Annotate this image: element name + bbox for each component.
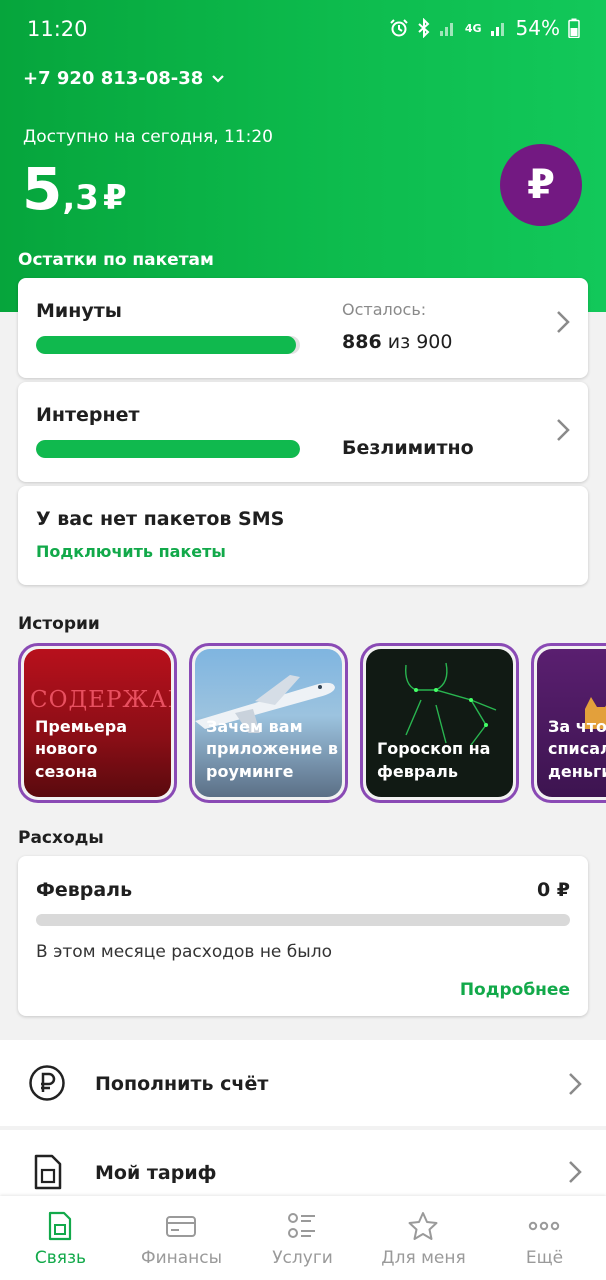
phone-number: +7 920 813-08-38 [23, 68, 204, 89]
story-image: Зачем вам приложение в роуминге [195, 649, 342, 797]
more-icon [528, 1221, 560, 1231]
status-icons: 4G 54% [389, 16, 580, 40]
alarm-icon [389, 18, 409, 38]
card-icon [166, 1216, 196, 1237]
minutes-remaining-count: 886 [342, 331, 382, 353]
connect-packages-link[interactable]: Подключить пакеты [36, 542, 226, 561]
balance-currency: ₽ [102, 178, 127, 218]
network-type-icon: 4G [464, 21, 482, 35]
signal-icon [439, 19, 457, 37]
sms-card: У вас нет пакетов SMS Подключить пакеты [18, 486, 588, 585]
story-caption-line: За что [548, 716, 606, 736]
top-up-ruble-button[interactable]: ₽ [500, 144, 582, 226]
minutes-total: из 900 [387, 331, 453, 353]
story-caption-line: февраль [377, 761, 458, 781]
expenses-card: Февраль 0 ₽ В этом месяце расходов не бы… [18, 856, 588, 1016]
star-icon [408, 1212, 438, 1240]
status-bar: 11:20 4G 54% [0, 0, 606, 58]
story-caption: За что списал деньги [548, 716, 606, 783]
tab-services[interactable]: Услуги [242, 1196, 363, 1280]
internet-status: Безлимитно [342, 437, 474, 459]
story-caption-line: приложение в [206, 739, 339, 759]
list-icon [288, 1213, 315, 1238]
tab-for-me[interactable]: Для меня [363, 1196, 484, 1280]
expenses-amount: 0 ₽ [536, 879, 570, 901]
packages-section-title: Остатки по пакетам [18, 250, 214, 270]
story-logo: СОДЕРЖАНКИ [30, 687, 171, 713]
story-caption: Премьера нового сезона [35, 716, 127, 783]
sim-card-icon [34, 1154, 62, 1190]
tab-label: Ещё [525, 1248, 564, 1268]
minutes-card[interactable]: Минуты Осталось: 886 из 900 [18, 278, 588, 378]
chevron-right-icon [568, 1158, 582, 1191]
top-up-label: Пополнить счёт [95, 1073, 269, 1095]
chevron-down-icon [211, 68, 225, 89]
story-item[interactable]: Гороскоп на февраль [360, 643, 519, 803]
ruble-circle-icon [29, 1065, 65, 1101]
internet-card[interactable]: Интернет Безлимитно [18, 382, 588, 482]
internet-progress-bar [36, 440, 300, 458]
stories-carousel[interactable]: СОДЕРЖАНКИ Премьера нового сезона Зачем … [18, 643, 606, 803]
tab-label: Связь [34, 1248, 87, 1268]
internet-title: Интернет [36, 404, 140, 426]
minutes-progress-fill [36, 336, 296, 354]
battery-icon [568, 18, 580, 38]
available-label: Доступно на сегодня, 11:20 [23, 127, 273, 147]
story-caption-line: списал [548, 739, 606, 759]
status-time: 11:20 [27, 17, 88, 41]
tab-connection[interactable]: Связь [0, 1196, 121, 1280]
story-caption-line: деньги [548, 761, 606, 781]
balance-fraction: ,3 [62, 178, 99, 218]
tariff-row[interactable]: Мой тариф [0, 1130, 606, 1196]
ruble-icon: ₽ [527, 162, 555, 208]
stories-section-title: Истории [18, 614, 100, 634]
chevron-right-icon [568, 1070, 582, 1103]
expenses-more-link[interactable]: Подробнее [460, 980, 570, 1000]
story-caption: Зачем вам приложение в роуминге [206, 716, 338, 783]
top-up-row[interactable]: Пополнить счёт [0, 1040, 606, 1126]
tab-finance[interactable]: Финансы [121, 1196, 242, 1280]
minutes-progress-bar [36, 336, 300, 354]
tab-more[interactable]: Ещё [484, 1196, 605, 1280]
internet-progress-fill [36, 440, 300, 458]
chevron-right-icon [556, 416, 570, 449]
expenses-month: Февраль [36, 879, 133, 901]
story-caption-line: сезона [35, 761, 98, 781]
bottom-tab-bar: Связь Финансы Услуги Для меня Ещё [0, 1196, 606, 1280]
story-caption: Гороскоп на февраль [377, 738, 490, 783]
story-item[interactable]: За что списал деньги [531, 643, 606, 803]
expenses-bar [36, 914, 570, 926]
expenses-note: В этом месяце расходов не было [36, 942, 332, 962]
tariff-label: Мой тариф [95, 1162, 217, 1184]
balance-integer: 5 [22, 155, 63, 223]
story-item[interactable]: Зачем вам приложение в роуминге [189, 643, 348, 803]
story-caption-line: Премьера [35, 716, 127, 736]
battery-percent: 54% [515, 16, 560, 40]
chevron-right-icon [556, 308, 570, 341]
story-caption-line: Зачем вам [206, 716, 303, 736]
story-image: За что списал деньги [537, 649, 606, 797]
story-image: Гороскоп на февраль [366, 649, 513, 797]
story-image: СОДЕРЖАНКИ Премьера нового сезона [24, 649, 171, 797]
story-item[interactable]: СОДЕРЖАНКИ Премьера нового сезона [18, 643, 177, 803]
expenses-section-title: Расходы [18, 828, 104, 848]
tab-label: Для меня [381, 1248, 466, 1268]
balance-amount: 5 ,3 ₽ [22, 160, 127, 218]
minutes-remaining: 886 из 900 [342, 331, 452, 353]
story-caption-line: Гороскоп на [377, 739, 491, 759]
bluetooth-icon [417, 18, 431, 38]
tab-label: Услуги [272, 1248, 333, 1268]
signal-icon-2 [490, 19, 508, 37]
story-caption-line: нового [35, 739, 98, 759]
account-selector[interactable]: +7 920 813-08-38 [23, 68, 225, 89]
sms-title: У вас нет пакетов SMS [36, 508, 285, 530]
sim-icon [48, 1211, 72, 1241]
tab-label: Финансы [140, 1248, 223, 1268]
minutes-title: Минуты [36, 300, 122, 322]
remaining-label: Осталось: [342, 300, 427, 319]
story-caption-line: роуминге [206, 761, 294, 781]
